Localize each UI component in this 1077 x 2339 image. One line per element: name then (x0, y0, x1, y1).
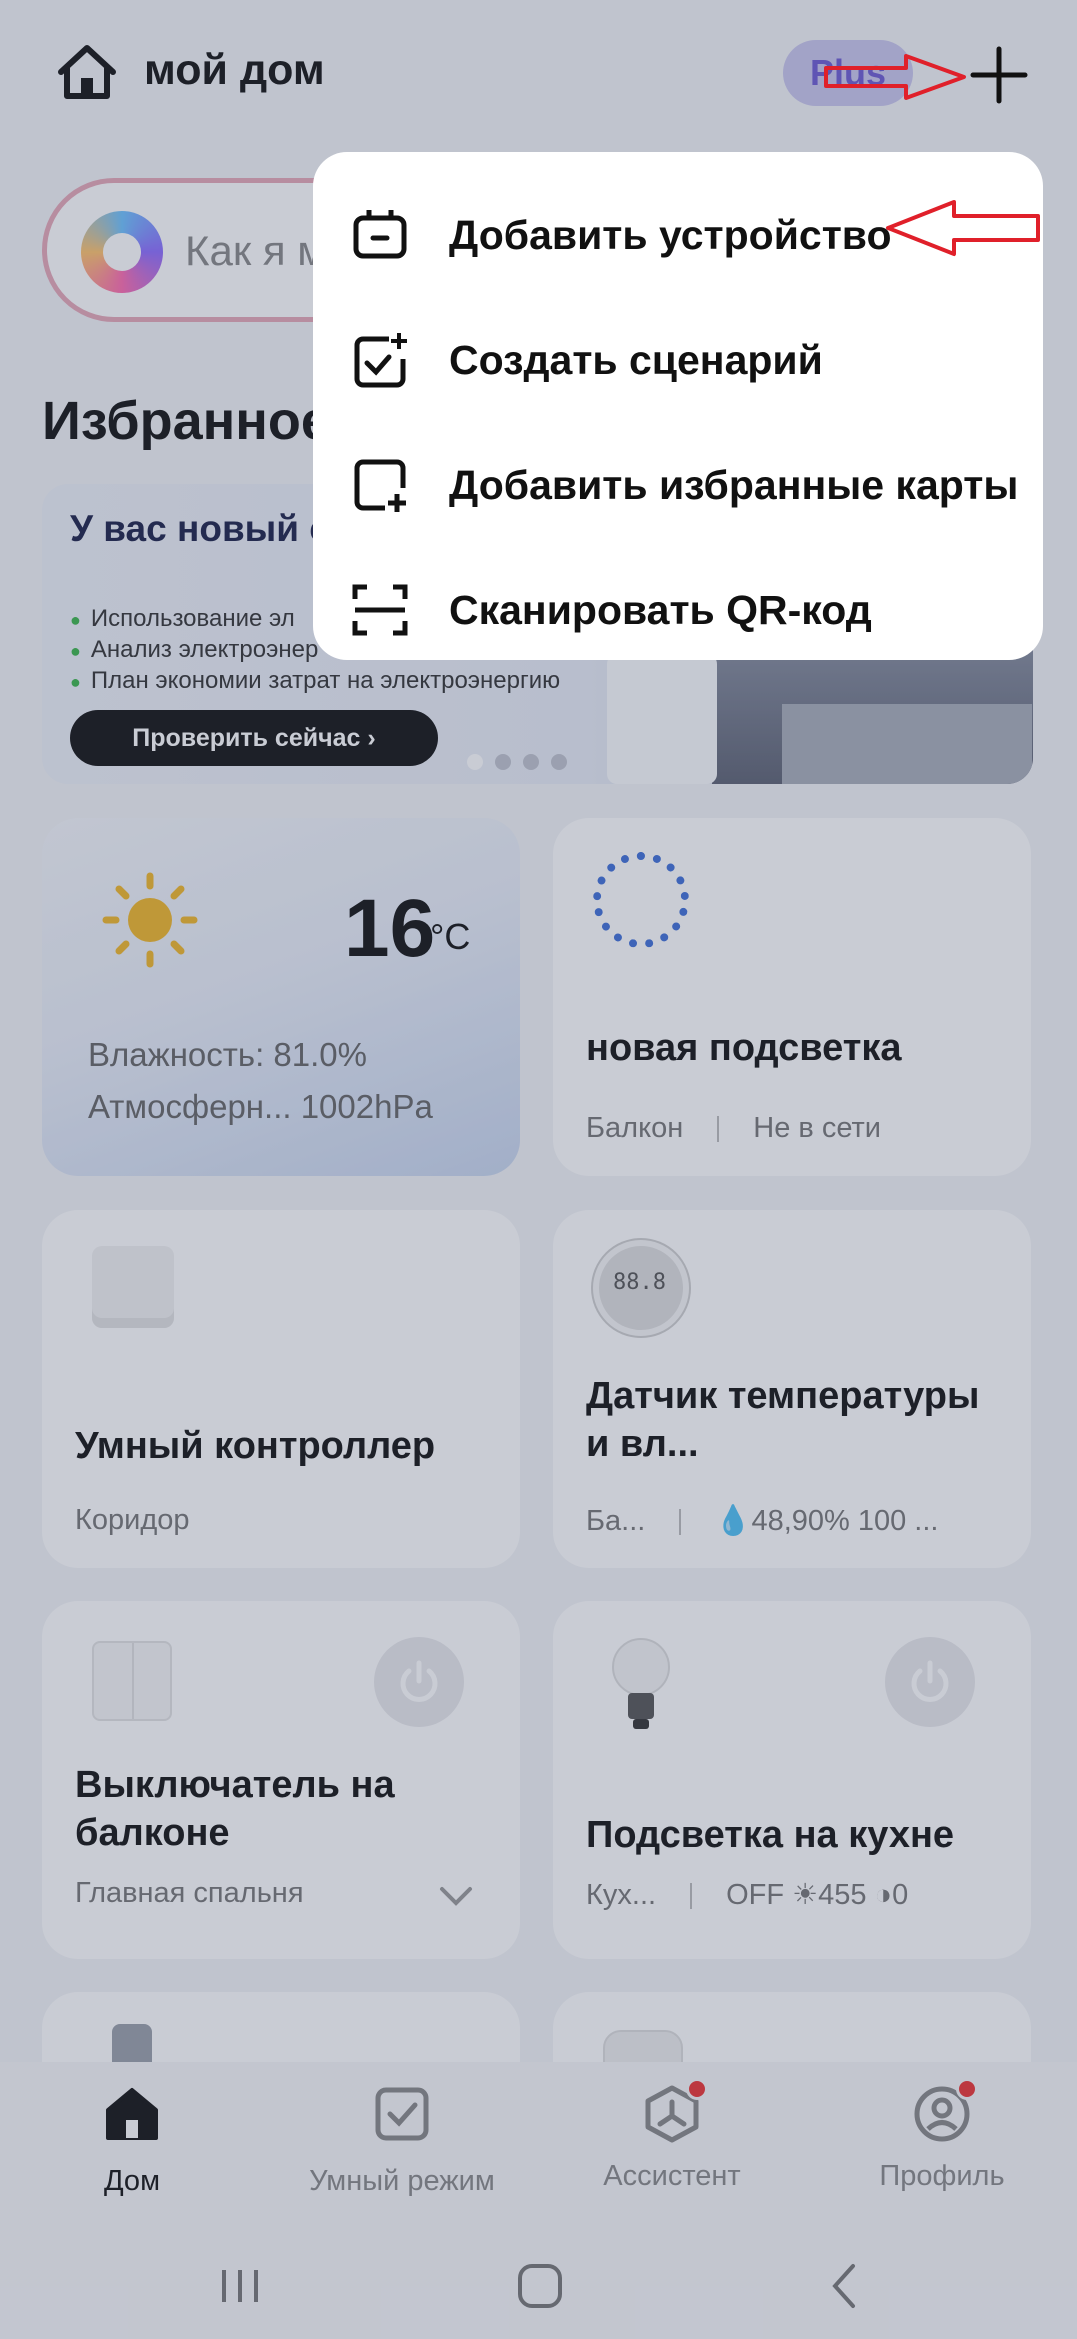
add-card-icon (354, 459, 406, 512)
menu-item-label: Добавить избранные карты (449, 462, 1019, 508)
add-device-icon (353, 210, 407, 259)
menu-item-label: Сканировать QR-код (449, 587, 872, 633)
menu-item-create-scene[interactable]: Создать сценарий (313, 299, 1043, 424)
menu-item-label: Добавить устройство (449, 212, 892, 258)
create-scene-icon (354, 333, 407, 388)
add-icon[interactable] (968, 44, 1030, 106)
menu-item-label: Создать сценарий (449, 337, 823, 383)
annotation-arrow-icon (824, 54, 966, 100)
annotation-arrow-icon (886, 200, 1040, 256)
scan-qr-icon (352, 584, 408, 636)
menu-item-scan-qr[interactable]: Сканировать QR-код (313, 549, 1043, 674)
menu-item-add-card[interactable]: Добавить избранные карты (313, 424, 1043, 549)
app-screen: мой дом Plus Как я м Избранное У вас нов… (0, 0, 1077, 2339)
